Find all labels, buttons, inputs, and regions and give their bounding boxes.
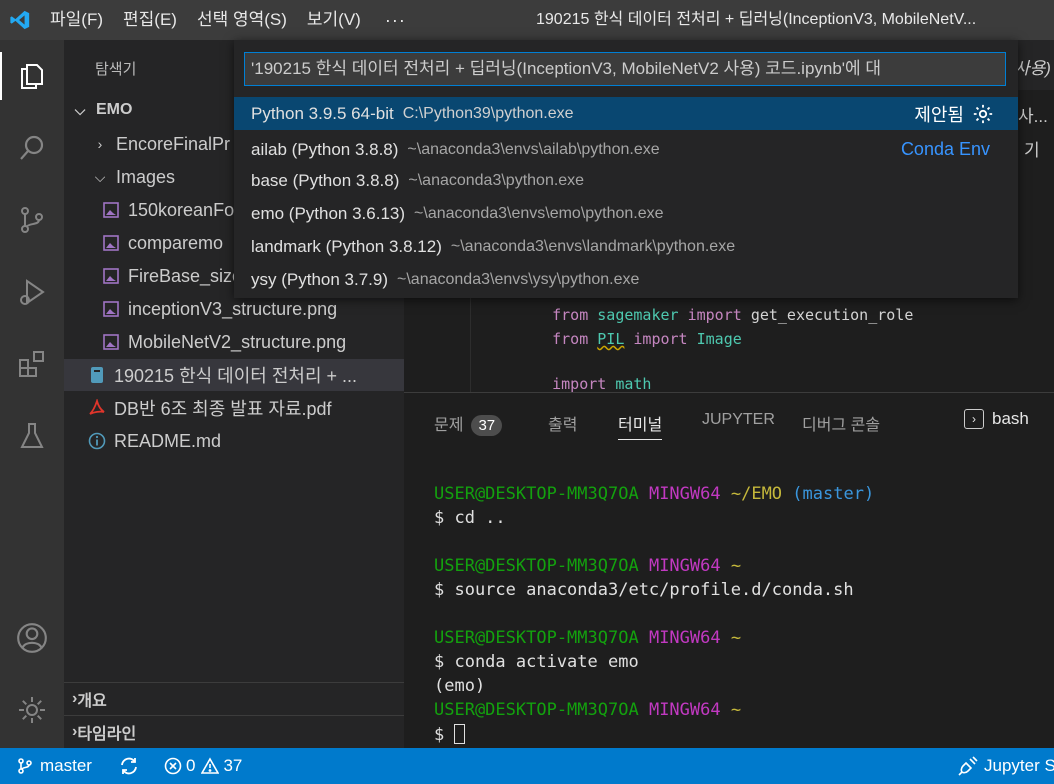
terminal-prompt: USER@DESKTOP-MM3Q7OA MINGW64 ~ [434,556,742,576]
terminal-prompt: USER@DESKTOP-MM3Q7OA MINGW64 ~ [434,700,742,720]
image-file-icon [102,267,120,285]
plug-icon [958,756,978,776]
menu-more-icon[interactable]: ··· [371,10,420,31]
bottom-panel: 문제 37 출력 터미널 JUPYTER 디버그 콘솔 › bash USER@D… [404,392,1054,748]
image-file-icon [102,201,120,219]
timeline-section[interactable]: › 타임라인 [64,715,404,747]
interpreter-option[interactable]: ailab (Python 3.8.8) ~\anaconda3\envs\ai… [234,133,1018,166]
interpreter-option[interactable]: landmark (Python 3.8.12) ~\anaconda3\env… [234,230,1018,263]
file-label: MobileNetV2_structure.png [128,331,347,352]
outline-label: 개요 [77,692,107,710]
run-debug-icon[interactable] [8,268,56,316]
status-bar: master 0 37 Jupyter S [0,748,1054,784]
interpreter-option[interactable]: emo (Python 3.6.13) ~\anaconda3\envs\emo… [234,197,1018,230]
info-icon [88,432,106,450]
image-file-icon [102,300,120,318]
title-bar: 파일(F) 편집(E) 선택 영역(S) 보기(V) ··· 190215 한식… [0,0,1054,40]
error-icon [164,757,182,775]
file-readme[interactable]: README.md [64,425,404,457]
tab-debug-console[interactable]: 디버그 콘솔 [802,411,880,435]
image-file-icon [102,234,120,252]
terminal-input-line[interactable]: $ [434,724,466,745]
warning-icon [201,757,220,775]
account-icon[interactable] [8,614,56,662]
terminal-prompt: USER@DESKTOP-MM3Q7OA MINGW64 ~ [434,628,742,648]
panel-tabs: 문제 37 출력 터미널 JUPYTER 디버그 콘솔 › bash [404,393,1054,449]
file-label: 190215 한식 데이터 전처리 + ... [114,366,358,386]
file-label: README.md [114,430,222,451]
interpreter-option[interactable]: Python 3.9.5 64-bit C:\Python39\python.e… [234,97,1018,130]
search-icon[interactable] [8,124,56,172]
editor-visible-text: 사용) [1014,59,1051,78]
interpreter-option[interactable]: ysy (Python 3.7.9) ~\anaconda3\envs\ysy\… [234,263,1018,296]
interpreter-quick-pick: '190215 한식 데이터 전처리 + 딥러닝(InceptionV3, Mo… [234,40,1018,298]
file-pdf[interactable]: DB반 6조 최종 발표 자료.pdf [64,392,404,424]
outline-section[interactable]: › 개요 [64,682,404,714]
file-label: inceptionV3_structure.png [128,298,338,319]
testing-flask-icon[interactable] [8,412,56,460]
terminal-icon: › [964,409,984,429]
jupyter-server-status[interactable]: Jupyter S [958,748,1054,784]
file-notebook[interactable]: 190215 한식 데이터 전처리 + ... [64,359,404,391]
image-file-icon [102,333,120,351]
explorer-icon[interactable] [0,52,56,100]
sync-icon[interactable] [118,748,140,784]
folder-label: EncoreFinalPr [116,133,231,154]
source-control-icon[interactable] [8,196,56,244]
window-title: 190215 한식 데이터 전처리 + 딥러닝(InceptionV3, Mob… [536,11,977,28]
terminal-prompt: USER@DESKTOP-MM3Q7OA MINGW64 ~/EMO (mast… [434,484,875,504]
tab-jupyter[interactable]: JUPYTER [702,411,775,429]
tab-output[interactable]: 출력 [548,411,577,435]
chevron-down-icon: ⌵ [94,168,106,185]
git-branch-icon [16,757,34,775]
tab-problems[interactable]: 문제 37 [434,411,503,436]
explorer-title: 탐색기 [95,61,137,78]
conda-env-tag: Conda Env [900,139,990,159]
timeline-label: 타임라인 [77,725,137,743]
recommended-tag: 제안됨 [914,104,964,125]
file-label: comparemo [128,232,224,253]
branch-status[interactable]: master [16,748,92,784]
problems-status[interactable]: 0 37 [164,748,242,784]
terminal-output: (emo) [434,676,486,696]
quick-pick-input[interactable]: '190215 한식 데이터 전처리 + 딥러닝(InceptionV3, Mo… [244,52,1006,86]
terminal-shell-selector[interactable]: › bash [964,409,1029,429]
terminal-command: $ conda activate emo [434,652,639,672]
interpreter-option[interactable]: base (Python 3.8.8) ~\anaconda3\python.e… [234,164,1018,197]
menu-edit[interactable]: 편집(E) [113,0,187,40]
editor-visible-text: 사... [1018,107,1048,126]
extensions-icon[interactable] [8,340,56,388]
terminal-command: $ cd .. [434,508,506,528]
menu-file[interactable]: 파일(F) [40,0,113,40]
workspace-root-label: EMO [96,101,133,118]
tab-terminal[interactable]: 터미널 [618,411,663,440]
menu-view[interactable]: 보기(V) [297,0,371,40]
notebook-file-icon [88,366,106,384]
editor-visible-text: 기 [1024,141,1040,160]
menu-selection[interactable]: 선택 영역(S) [187,0,297,40]
file-label: DB반 6조 최종 발표 자료.pdf [114,399,332,419]
manage-gear-icon[interactable] [8,686,56,734]
activity-bar [0,40,64,748]
folder-label: Images [116,166,176,187]
file-label: FireBase_size [128,265,243,286]
gear-icon[interactable] [972,103,994,125]
terminal-cursor [454,724,466,744]
pdf-file-icon [88,399,106,417]
vscode-logo-icon [0,0,40,40]
terminal-command: $ source anaconda3/etc/profile.d/conda.s… [434,580,854,600]
chevron-down-icon: ⌵ [74,101,86,118]
problems-count-badge: 37 [471,415,503,436]
file-mobilenetv2-structure[interactable]: MobileNetV2_structure.png [64,326,404,358]
file-label: 150koreanFo [128,199,235,220]
chevron-right-icon: › [97,136,103,152]
